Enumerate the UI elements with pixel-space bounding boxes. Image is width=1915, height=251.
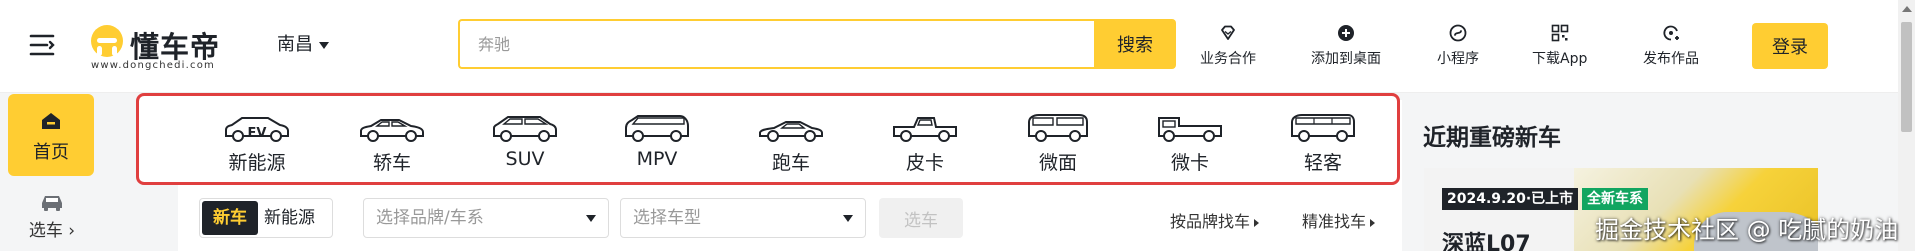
sedan-icon <box>360 119 424 142</box>
publish-icon <box>1663 25 1679 41</box>
tab-new-energy[interactable]: 新能源 <box>264 201 315 235</box>
category-label: 轻客 <box>1303 152 1342 174</box>
home-icon <box>42 113 60 129</box>
search-input[interactable] <box>458 19 1094 69</box>
scroll-up-icon[interactable] <box>1902 6 1912 12</box>
city-selector[interactable]: 南昌 <box>277 30 329 56</box>
logo-domain: www.dongchedi.com <box>91 60 215 71</box>
download-app-button[interactable]: 下载App <box>1532 24 1587 68</box>
select-placeholder: 选择车型 <box>633 208 701 228</box>
car-icon <box>42 196 62 211</box>
category-label: 轿车 <box>372 152 411 174</box>
tab-new-car[interactable]: 新车 <box>202 201 258 235</box>
caret-down-icon <box>586 215 596 222</box>
action-label: 发布作品 <box>1643 51 1699 67</box>
car-type-tabs: 新车 新能源 <box>199 198 333 238</box>
scrollbar-thumb[interactable] <box>1901 22 1912 132</box>
suv-icon <box>493 116 557 142</box>
ev-car-icon: EV <box>225 117 289 142</box>
category-label: 微卡 <box>1170 152 1209 174</box>
category-light-bus[interactable]: 轻客 <box>1275 112 1371 175</box>
action-label: 下载App <box>1532 51 1588 67</box>
add-to-desktop-button[interactable]: 添加到桌面 <box>1311 24 1381 68</box>
mini-program-icon <box>1449 24 1467 42</box>
search-button[interactable]: 搜索 <box>1094 19 1176 69</box>
menu-icon[interactable] <box>28 30 58 60</box>
city-label: 南昌 <box>277 34 313 55</box>
sidebar-item-label: 选车 › <box>28 221 76 241</box>
light-bus-icon <box>1291 114 1355 142</box>
category-label: 跑车 <box>771 152 810 174</box>
action-label: 添加到桌面 <box>1311 51 1381 67</box>
watermark-text: 掘金技术社区 @ 吃腻的奶油 <box>1595 216 1899 244</box>
category-label: SUV <box>505 148 545 170</box>
car-category-nav: EV 新能源 轿车 SUV MPV 跑车 皮卡 微面 微卡 轻客 <box>136 93 1400 185</box>
category-sedan[interactable]: 轿车 <box>344 112 440 175</box>
plus-circle-icon <box>1338 25 1354 41</box>
link-label: 精准找车 <box>1302 212 1367 231</box>
logo-mark-icon <box>91 25 123 57</box>
launch-date-badge: 2024.9.20·已上市 <box>1442 188 1579 210</box>
login-button[interactable]: 登录 <box>1752 23 1828 69</box>
chevron-right-icon <box>1254 218 1260 227</box>
find-car-button[interactable]: 选车 <box>879 198 963 238</box>
category-minivan[interactable]: 微面 <box>1010 112 1106 175</box>
sidebar-item-home[interactable]: 首页 <box>8 94 94 176</box>
publish-button[interactable]: 发布作品 <box>1643 24 1699 68</box>
link-label: 按品牌找车 <box>1170 212 1251 231</box>
site-logo[interactable]: 懂车帝 www.dongchedi.com <box>88 22 238 72</box>
car-type-select[interactable]: 选择车型 <box>620 198 866 238</box>
category-label: 新能源 <box>228 152 286 174</box>
new-series-badge: 全新车系 <box>1582 188 1648 210</box>
category-mini-truck[interactable]: 微卡 <box>1142 112 1238 175</box>
mpv-icon <box>625 115 689 142</box>
mini-program-button[interactable]: 小程序 <box>1437 24 1479 68</box>
mini-truck-icon <box>1158 117 1222 142</box>
top-header: 懂车帝 www.dongchedi.com 南昌 搜索 业务合作 添加到桌面 小… <box>0 0 1915 93</box>
pickup-icon <box>893 117 957 142</box>
find-by-brand-link[interactable]: 按品牌找车 <box>1170 208 1260 232</box>
brand-series-select[interactable]: 选择品牌/车系 <box>363 198 609 238</box>
minivan-icon <box>1028 114 1088 142</box>
category-sports-car[interactable]: 跑车 <box>743 112 839 175</box>
caret-down-icon <box>319 41 329 49</box>
search-bar: 搜索 <box>458 19 1176 69</box>
category-label: 微面 <box>1038 152 1077 174</box>
diamond-icon <box>1221 25 1235 40</box>
sidebar-item-select-car[interactable]: 选车 › <box>0 192 104 241</box>
chevron-right-icon <box>1370 218 1376 227</box>
action-label: 业务合作 <box>1200 51 1256 67</box>
category-pickup[interactable]: 皮卡 <box>877 112 973 175</box>
category-label: MPV <box>636 148 678 170</box>
category-label: 皮卡 <box>905 152 944 174</box>
category-ev[interactable]: EV 新能源 <box>209 112 305 175</box>
qr-code-icon <box>1551 24 1568 42</box>
action-label: 小程序 <box>1437 51 1479 67</box>
caret-down-icon <box>843 215 853 222</box>
select-placeholder: 选择品牌/车系 <box>376 208 484 228</box>
car-model-name: 深蓝L07 <box>1442 232 1531 251</box>
svg-text:EV: EV <box>248 126 267 141</box>
precise-search-link[interactable]: 精准找车 <box>1302 208 1376 232</box>
category-suv[interactable]: SUV <box>477 112 573 170</box>
new-releases-title: 近期重磅新车 <box>1423 125 1561 151</box>
page-scrollbar[interactable] <box>1898 0 1915 251</box>
category-mpv[interactable]: MPV <box>609 112 705 170</box>
sidebar-item-label: 首页 <box>33 142 69 163</box>
business-cooperation-button[interactable]: 业务合作 <box>1200 24 1256 68</box>
sports-car-icon <box>759 121 823 142</box>
